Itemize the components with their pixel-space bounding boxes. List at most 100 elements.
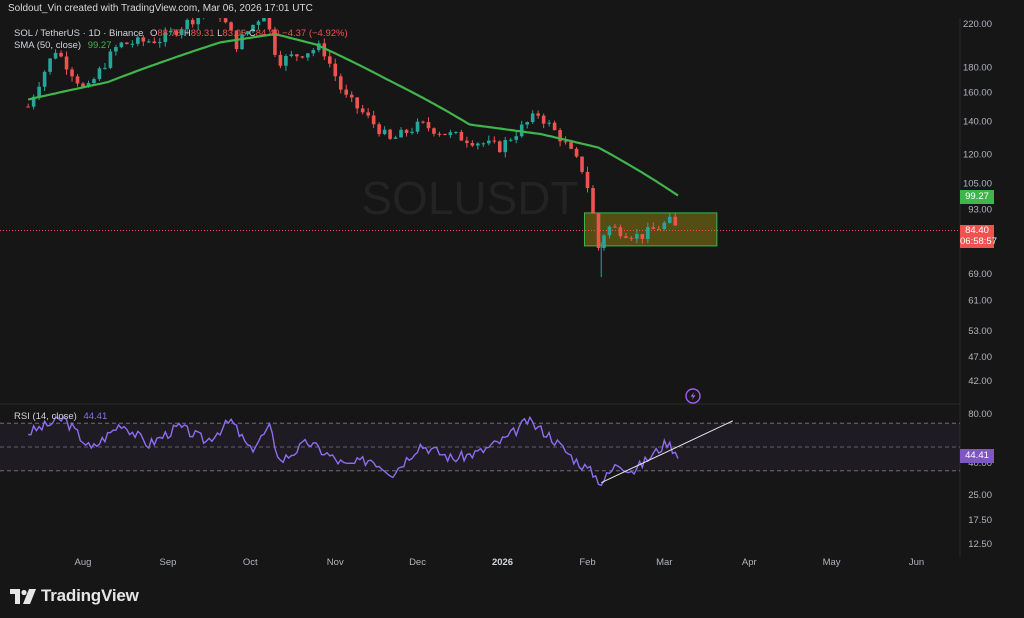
candle: [75, 74, 80, 87]
candle: [574, 146, 579, 158]
candle: [333, 58, 338, 82]
sma-legend: SMA (50, close) 99.27: [14, 40, 115, 51]
candle: [31, 94, 36, 110]
candle: [432, 127, 436, 137]
rsi-tick-label: 12.50: [968, 539, 992, 550]
candle: [344, 84, 349, 98]
candle: [284, 54, 288, 71]
ohlc-values: O88.78 H89.31 L83.06 C84.40 −4.37 (−4.92…: [150, 28, 348, 39]
candle: [470, 140, 475, 148]
candle: [530, 110, 535, 124]
price-tick-label: 120.00: [963, 150, 992, 161]
candle: [147, 39, 151, 44]
rsi-label[interactable]: RSI (14, close): [14, 411, 77, 422]
candle: [481, 142, 486, 147]
candle: [393, 135, 398, 139]
candle: [497, 140, 502, 153]
candle: [311, 48, 316, 57]
candle: [223, 18, 228, 24]
time-tick-label: May: [823, 557, 841, 568]
price-tick-label: 47.00: [968, 352, 992, 363]
candle: [602, 234, 606, 251]
time-tick-label: Feb: [579, 557, 595, 568]
candle: [547, 119, 551, 127]
candle: [130, 40, 135, 48]
candle: [476, 142, 480, 150]
chart-canvas[interactable]: SOLUSDT 220.00 180.00 160.00 140.00 120.00 10…: [0, 18, 1024, 572]
last-price: 84.40: [965, 225, 989, 236]
candle: [552, 120, 557, 131]
price-tick-label: 69.00: [968, 269, 992, 280]
candle: [399, 127, 403, 138]
time-tick-label: Nov: [327, 557, 344, 568]
candle: [421, 120, 425, 124]
candle: [410, 127, 414, 135]
rsi-tick-label: 80.00: [968, 409, 992, 420]
candle: [327, 51, 332, 68]
rsi-legend: RSI (14, close) 44.41: [14, 411, 111, 422]
symbol-legend: SOL / TetherUS · 1D · Binance O88.78 H89…: [14, 28, 352, 39]
watermark: SOLUSDT: [361, 172, 578, 224]
candle: [349, 91, 354, 103]
candle: [508, 137, 513, 142]
creator-line: Soldout_Vin created with TradingView.com…: [8, 3, 313, 14]
candle: [108, 48, 113, 70]
price-tick-label: 220.00: [963, 19, 992, 30]
candle: [26, 103, 30, 108]
candle: [585, 166, 590, 193]
time-tick-label: Jun: [909, 557, 924, 568]
tradingview-logo[interactable]: TradingView: [10, 586, 139, 606]
candle: [203, 18, 205, 20]
candle: [371, 110, 376, 129]
candle: [48, 58, 52, 75]
candle: [366, 108, 370, 119]
last-price-tag: 84.40 06:58:57: [960, 225, 997, 248]
candle: [42, 70, 47, 91]
candle: [92, 77, 96, 84]
candle: [355, 97, 359, 114]
sma-label[interactable]: SMA (50, close): [14, 40, 81, 51]
candle: [278, 50, 283, 69]
symbol-name[interactable]: SOL / TetherUS · 1D · Binance: [14, 28, 143, 39]
candle: [415, 118, 420, 134]
candle: [360, 104, 365, 115]
time-tick-label: Dec: [409, 557, 426, 568]
candles: [26, 18, 678, 278]
footer: TradingView: [0, 572, 1024, 618]
tradingview-logo-icon: [10, 588, 36, 604]
candle: [525, 121, 529, 129]
candle: [437, 131, 442, 137]
candle: [503, 136, 508, 158]
candle: [404, 128, 409, 137]
candle: [580, 156, 584, 174]
top-bar: Soldout_Vin created with TradingView.com…: [0, 0, 1024, 18]
rsi-axis[interactable]: 80.0040.0025.0017.5012.50: [968, 409, 992, 550]
candle: [591, 185, 595, 214]
candle: [382, 126, 387, 135]
rsi-value-tag: 44.41: [960, 449, 994, 463]
time-tick-label: Mar: [656, 557, 672, 568]
price-tick-label: 93.00: [968, 205, 992, 216]
candle: [443, 133, 447, 136]
candle: [295, 53, 299, 62]
candle: [157, 37, 162, 48]
candle: [59, 50, 63, 58]
candle: [300, 55, 305, 59]
candle: [218, 18, 222, 22]
price-tick-label: 61.00: [968, 296, 992, 307]
time-tick-label: 2026: [492, 557, 513, 568]
candle: [289, 50, 294, 58]
candle: [103, 62, 107, 70]
candle: [306, 53, 310, 61]
candle: [459, 129, 464, 141]
time-tick-label: Aug: [75, 557, 92, 568]
candle: [492, 136, 497, 144]
sma-price-tag: 99.27: [960, 190, 994, 204]
candle: [519, 120, 524, 138]
candle: [514, 131, 519, 144]
price-tick-label: 180.00: [963, 62, 992, 73]
candle: [596, 212, 601, 251]
rsi-tick-label: 17.50: [968, 515, 992, 526]
time-axis[interactable]: Aug Sep Oct Nov Dec 2026 Feb Mar Apr May Jun: [75, 557, 925, 568]
lightning-icon[interactable]: [685, 388, 701, 404]
